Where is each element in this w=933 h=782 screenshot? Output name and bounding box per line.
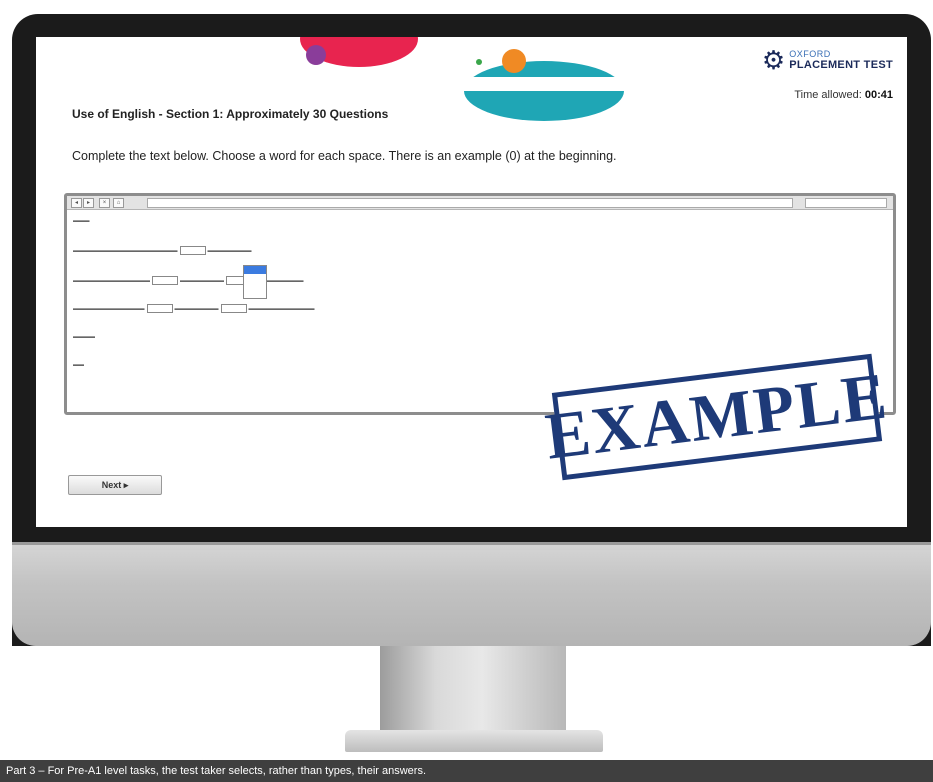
next-button[interactable]: Next ▸ (68, 475, 162, 495)
gap-select-0[interactable] (179, 246, 206, 255)
text-line-3: ▬▬▬▬▬▬▬▬▬▬▬▬▬ ▬▬▬▬▬▬▬▬ ▬▬▬▬▬▬▬▬▬▬▬▬ (73, 304, 315, 313)
decor-orange-dot (502, 49, 526, 73)
timer-label: Time allowed: (794, 89, 862, 101)
logo-text-bottom: PLACEMENT TEST (789, 59, 893, 71)
header-mask (36, 77, 907, 91)
gap-select-1[interactable] (152, 276, 178, 285)
monitor-chin-edge (12, 542, 931, 545)
monitor-chin (12, 542, 931, 646)
timer-value: 00:41 (864, 89, 893, 101)
monitor-stand (380, 646, 566, 738)
forward-icon[interactable]: ▸ (83, 198, 94, 208)
back-icon[interactable]: ◂ (71, 198, 82, 208)
gap-select-4[interactable] (220, 304, 247, 313)
stop-icon[interactable]: × (99, 198, 110, 208)
address-bar[interactable] (147, 198, 793, 208)
browser-search-field[interactable] (805, 198, 887, 208)
dropdown-option-selected[interactable] (244, 266, 266, 274)
decor-green-dot (476, 59, 482, 65)
instruction-text: Complete the text below. Choose a word f… (72, 149, 617, 163)
caption-bar: Part 3 – For Pre-A1 level tasks, the tes… (0, 760, 933, 782)
gap-select-3[interactable] (146, 304, 173, 313)
browser-toolbar: ◂ ▸ × ⌂ (67, 196, 893, 210)
decor-purple-dot (306, 45, 326, 65)
text-line-1: ▬▬▬▬▬▬▬▬▬▬▬▬▬▬▬▬▬▬▬ ▬▬▬▬▬▬▬▬ (73, 246, 252, 255)
gear-icon: ⚙ (761, 45, 786, 75)
dropdown-option[interactable] (244, 274, 266, 282)
decor-teal-blob (464, 61, 624, 121)
text-line-5: ▬▬ (73, 362, 84, 368)
text-line-4: ▬▬▬▬ (73, 334, 95, 340)
home-icon[interactable]: ⌂ (113, 198, 124, 208)
screen: ⚙ OXFORD PLACEMENT TEST Time allowed: 00… (36, 37, 907, 527)
section-title: Use of English - Section 1: Approximatel… (72, 107, 389, 121)
monitor-stand-base (345, 730, 603, 752)
text-line-2: ▬▬▬▬▬▬▬▬▬▬▬▬▬▬ ▬▬▬▬▬▬▬▬ ▬▬▬▬▬▬▬▬▬ (73, 276, 304, 285)
text-line-greeting: ▬▬▬ (73, 218, 90, 224)
dropdown-option[interactable] (244, 282, 266, 290)
oxford-logo: ⚙ OXFORD PLACEMENT TEST (762, 47, 893, 73)
dropdown-option[interactable] (244, 290, 266, 298)
time-allowed: Time allowed: 00:41 (794, 89, 893, 101)
gap-dropdown-open[interactable] (243, 265, 267, 299)
